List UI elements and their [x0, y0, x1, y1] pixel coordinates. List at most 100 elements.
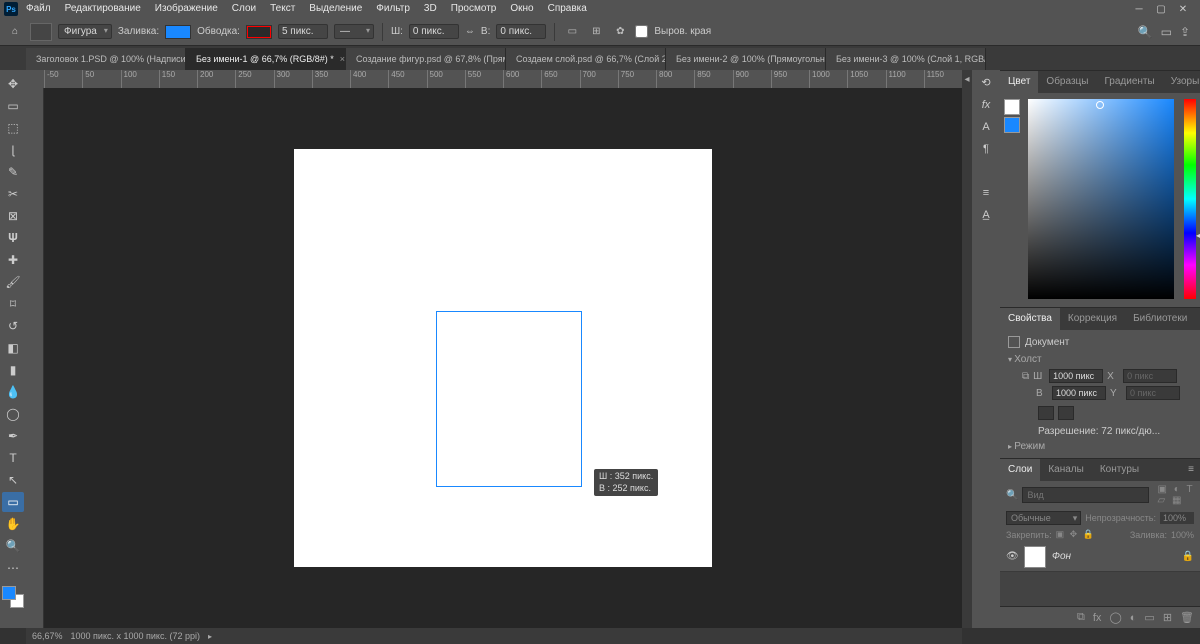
home-button[interactable]: ⌂	[6, 23, 24, 41]
hand-tool[interactable]: ✋	[2, 514, 24, 534]
menu-help[interactable]: Справка	[542, 0, 593, 18]
workspace-icon[interactable]: ▭	[1161, 25, 1172, 39]
path-ops-button[interactable]: ▭	[563, 23, 581, 41]
dodge-tool[interactable]: ◯	[2, 404, 24, 424]
search-icon[interactable]: 🔍	[1138, 25, 1153, 39]
panel-menu-icon[interactable]: ≡	[1182, 459, 1200, 481]
history-brush-tool[interactable]: ↺	[2, 316, 24, 336]
opacity-value[interactable]: 100%	[1160, 512, 1194, 524]
gradient-tool[interactable]: ▮	[2, 360, 24, 380]
layer-name[interactable]: Фон	[1052, 551, 1071, 562]
brush-tool[interactable]: 🖌	[2, 272, 24, 292]
filter-shape-icon[interactable]: ▱	[1157, 495, 1165, 506]
align-edges-checkbox[interactable]	[635, 25, 648, 38]
brushes-panel-icon[interactable]: ≡	[983, 187, 989, 199]
link-icon[interactable]: ⧉	[1022, 371, 1029, 382]
artboard-tool[interactable]: ▭	[2, 96, 24, 116]
foreground-color[interactable]	[2, 586, 16, 600]
eraser-tool[interactable]: ◧	[2, 338, 24, 358]
layer-thumb[interactable]	[1024, 546, 1046, 568]
menu-text[interactable]: Текст	[264, 0, 301, 18]
group-icon[interactable]: ▭	[1144, 611, 1154, 624]
tool-preset-swatch[interactable]	[30, 23, 52, 41]
fill-value[interactable]: 100%	[1171, 530, 1194, 540]
glyphs-panel-icon[interactable]: A̲	[982, 209, 989, 221]
type-tool[interactable]: T	[2, 448, 24, 468]
path-select-tool[interactable]: ↖	[2, 470, 24, 490]
paragraph-panel-icon[interactable]: ¶	[983, 143, 989, 155]
link-layers-icon[interactable]: ⧉	[1077, 611, 1085, 624]
menu-select[interactable]: Выделение	[303, 0, 368, 18]
fx-panel-icon[interactable]: fx	[982, 99, 991, 111]
menu-filter[interactable]: Фильтр	[370, 0, 416, 18]
props-canvas-section[interactable]: Холст	[1008, 354, 1192, 365]
rectangle-tool[interactable]: ▭	[2, 492, 24, 512]
ruler-vertical[interactable]	[26, 88, 44, 628]
menu-file[interactable]: Файл	[20, 0, 57, 18]
menu-window[interactable]: Окно	[504, 0, 539, 18]
color-previous[interactable]	[1004, 117, 1020, 133]
layer-row[interactable]: 👁 Фон 🔒	[1000, 542, 1200, 572]
artboard[interactable]: Ш : 352 пикс. В : 252 пикс.	[294, 149, 712, 567]
filter-type-icon[interactable]: T	[1187, 484, 1193, 495]
character-panel-icon[interactable]: A	[982, 121, 989, 133]
stroke-style-dropdown[interactable]: —	[334, 24, 374, 39]
share-icon[interactable]: ⇪	[1180, 25, 1190, 39]
tab-color[interactable]: Цвет	[1000, 71, 1038, 93]
menu-view[interactable]: Просмотр	[445, 0, 503, 18]
layers-search-input[interactable]	[1022, 487, 1149, 503]
lock-position-icon[interactable]: ✥	[1070, 529, 1078, 539]
heal-tool[interactable]: ✚	[2, 250, 24, 270]
menu-3d[interactable]: 3D	[418, 0, 443, 18]
filter-image-icon[interactable]: ▣	[1157, 484, 1166, 495]
move-tool[interactable]: ✥	[2, 74, 24, 94]
new-layer-icon[interactable]: ⊞	[1163, 611, 1172, 624]
doc-tab-2[interactable]: Без имени-1 @ 66,7% (RGB/8#) *×	[186, 48, 346, 70]
align-button[interactable]: ⊞	[587, 23, 605, 41]
doc-tab-1[interactable]: Заголовок 1.PSD @ 100% (Надписи, R...×	[26, 48, 186, 70]
quick-select-tool[interactable]: ✎	[2, 162, 24, 182]
shape-mode-dropdown[interactable]: Фигура	[58, 24, 112, 39]
color-field[interactable]	[1028, 99, 1174, 299]
lock-pixels-icon[interactable]: ▣	[1056, 529, 1065, 539]
stamp-tool[interactable]: ⌑	[2, 294, 24, 314]
edit-toolbar[interactable]: ⋯	[2, 558, 24, 578]
status-menu-icon[interactable]: ▸	[208, 632, 212, 641]
stroke-width-field[interactable]: 5 пикс.	[278, 24, 328, 39]
tab-character[interactable]: Символ	[1195, 308, 1200, 330]
history-panel-icon[interactable]: ⟲	[981, 76, 990, 89]
lasso-tool[interactable]: ɭ	[2, 140, 24, 160]
filter-adjust-icon[interactable]: ◐	[1174, 484, 1180, 495]
zoom-level[interactable]: 66,67%	[32, 631, 63, 641]
tab-patterns[interactable]: Узоры	[1163, 71, 1200, 93]
close-button[interactable]: ✕	[1176, 4, 1190, 15]
crop-tool[interactable]: ✂	[2, 184, 24, 204]
props-height-input[interactable]	[1052, 386, 1106, 400]
zoom-tool[interactable]: 🔍	[2, 536, 24, 556]
orientation-landscape[interactable]	[1058, 406, 1074, 420]
doc-tab-3[interactable]: Создание фигур.psd @ 67,8% (Прямоу...×	[346, 48, 506, 70]
filter-smart-icon[interactable]: ▦	[1172, 495, 1181, 506]
color-current[interactable]	[1004, 99, 1020, 115]
blur-tool[interactable]: 💧	[2, 382, 24, 402]
props-width-input[interactable]	[1049, 369, 1103, 383]
visibility-icon[interactable]: 👁	[1006, 551, 1018, 562]
tab-properties[interactable]: Свойства	[1000, 308, 1060, 330]
eyedropper-tool[interactable]: 𝚿	[2, 228, 24, 248]
width-field[interactable]: 0 пикс.	[409, 24, 459, 39]
adjustment-icon[interactable]: ◐	[1130, 612, 1137, 624]
tab-paths[interactable]: Контуры	[1092, 459, 1147, 481]
tab-layers[interactable]: Слои	[1000, 459, 1040, 481]
doc-tab-5[interactable]: Без имени-2 @ 100% (Прямоугольник...×	[666, 48, 826, 70]
pen-tool[interactable]: ✒	[2, 426, 24, 446]
close-icon[interactable]: ×	[340, 54, 345, 64]
hue-slider[interactable]	[1184, 99, 1196, 299]
menu-edit[interactable]: Редактирование	[59, 0, 147, 18]
gear-icon[interactable]: ✿	[611, 23, 629, 41]
expand-panels-icon[interactable]: ◂	[964, 74, 969, 85]
lock-icon[interactable]: 🔒	[1182, 551, 1194, 562]
tab-swatches[interactable]: Образцы	[1038, 71, 1096, 93]
height-field[interactable]: 0 пикс.	[496, 24, 546, 39]
tab-gradients[interactable]: Градиенты	[1096, 71, 1162, 93]
fx-icon[interactable]: fx	[1093, 612, 1102, 624]
